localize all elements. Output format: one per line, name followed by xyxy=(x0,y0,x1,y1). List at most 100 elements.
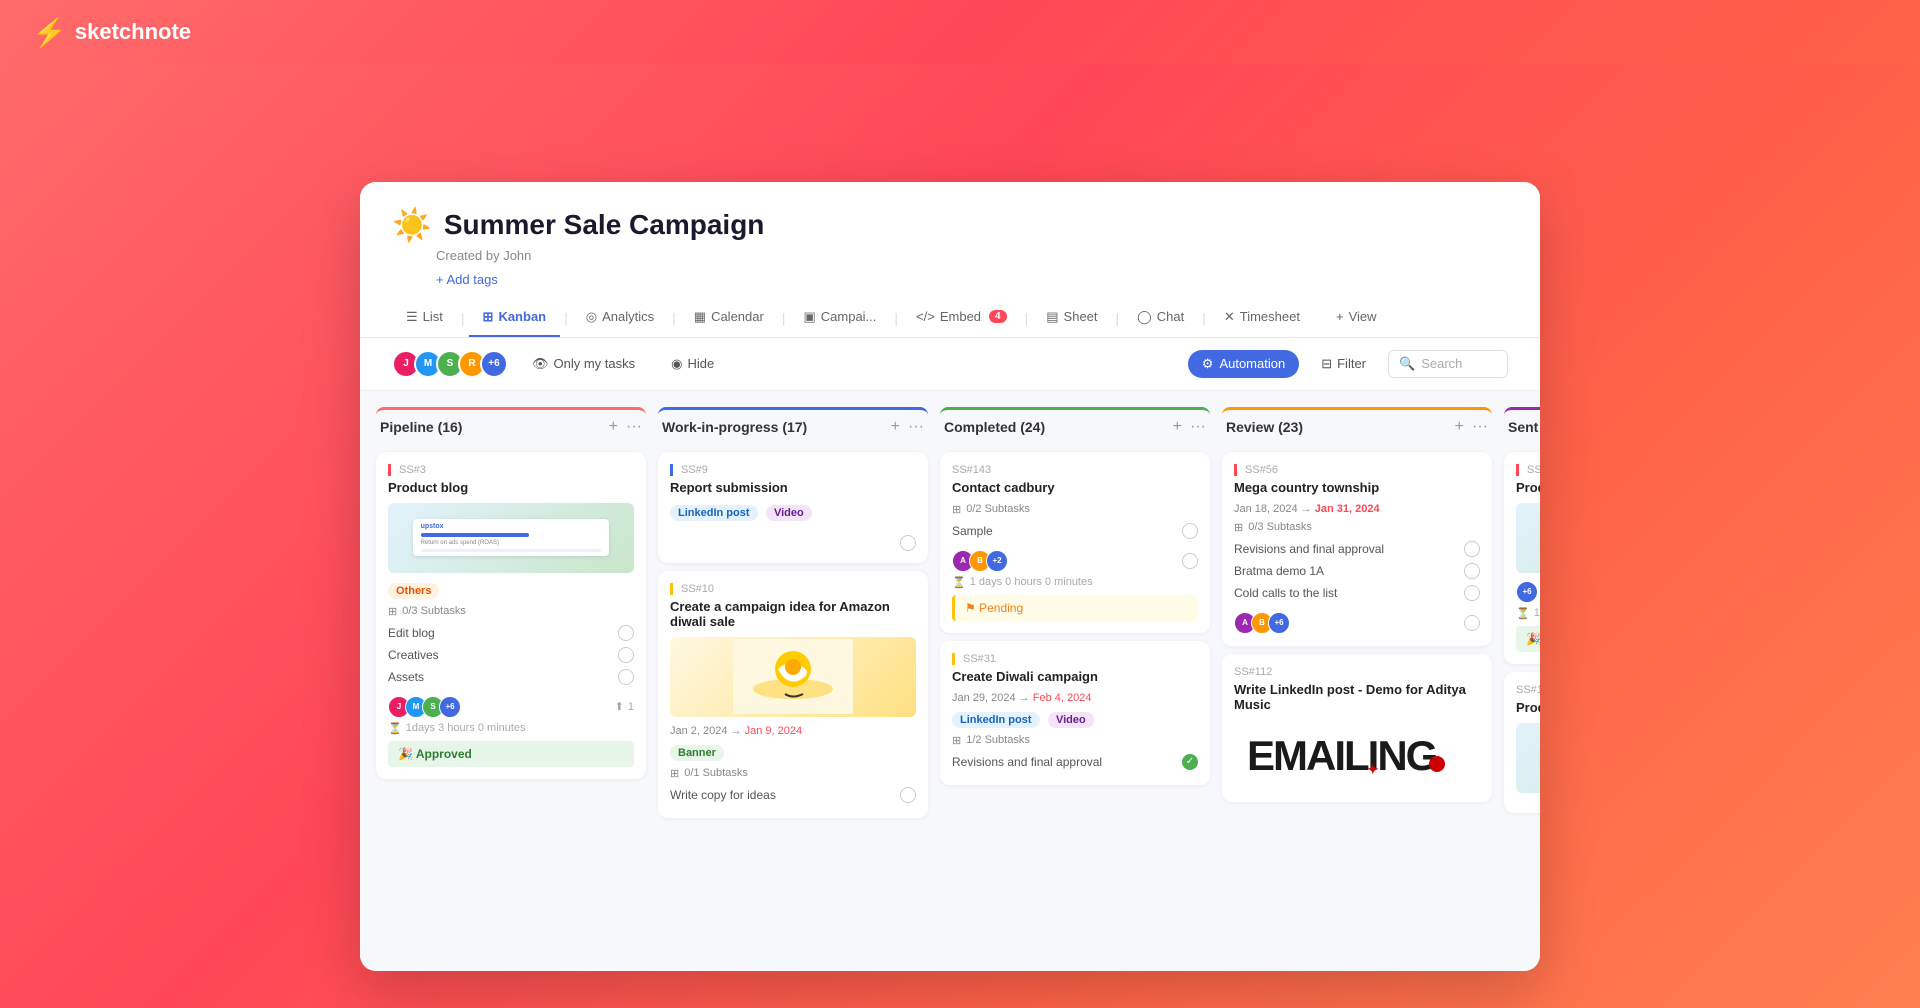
card-ss143[interactable]: SS#143 Contact cadbury ⊞0/2 Subtasks Sam… xyxy=(940,452,1210,633)
card-footer-ss3: J M S +6 ⬆1 xyxy=(388,696,634,718)
automation-label: Automation xyxy=(1219,356,1285,371)
completed-more-button[interactable]: ··· xyxy=(1190,418,1206,436)
project-emoji: ☀️ xyxy=(392,206,432,244)
checkbox-creatives[interactable] xyxy=(618,647,634,663)
logo-text: sketchnote xyxy=(75,19,191,45)
sep3: | xyxy=(668,310,680,326)
hide-button[interactable]: ◉ Hide xyxy=(659,350,726,378)
sheet-icon: ▤ xyxy=(1046,309,1058,325)
completed-add-button[interactable]: + xyxy=(1173,418,1182,436)
column-pipeline: Pipeline (16) + ··· SS#3 Product blog up… xyxy=(376,407,646,955)
view-plus-icon: + xyxy=(1336,309,1344,324)
column-review-title: Review (23) xyxy=(1226,419,1303,435)
card-avatars-ss56: A B +6 xyxy=(1234,612,1290,634)
sep2: | xyxy=(560,310,572,326)
column-pipeline-header: Pipeline (16) + ··· xyxy=(376,410,646,444)
checkbox-bratma[interactable] xyxy=(1464,563,1480,579)
task-revisions-ss31: Revisions and final approval ✓ xyxy=(952,751,1198,773)
tab-view-label: View xyxy=(1349,309,1377,324)
tab-view[interactable]: + View xyxy=(1322,299,1391,336)
avatar-p3: +2 xyxy=(986,550,1008,572)
subtasks-ss56: ⊞0/3 Subtasks xyxy=(1234,521,1480,534)
campaign-icon: ▣ xyxy=(803,309,815,325)
card-ss31[interactable]: SS#31 Create Diwali campaign Jan 29, 202… xyxy=(940,641,1210,785)
date-range-ss31: Jan 29, 2024 → Feb 4, 2024 xyxy=(952,692,1198,704)
card-ss3[interactable]: SS#3 Product blog upstox Return on ads s… xyxy=(376,452,646,779)
pipeline-more-button[interactable]: ··· xyxy=(626,418,642,436)
tag-linkedin-ss31: LinkedIn post xyxy=(952,712,1040,728)
only-my-tasks-button[interactable]: 👁 Only my tasks xyxy=(520,350,647,378)
tab-sheet[interactable]: ▤ Sheet xyxy=(1032,299,1111,337)
kanban-icon: ⊞ xyxy=(483,309,494,325)
checkbox-cold-calls[interactable] xyxy=(1464,585,1480,601)
tab-campaign-label: Campai... xyxy=(821,309,877,324)
automation-button[interactable]: ⚙ Automation xyxy=(1188,350,1299,378)
filter-button[interactable]: ⊟ Filter xyxy=(1311,350,1376,378)
amazon-illustration xyxy=(670,637,916,717)
tab-kanban[interactable]: ⊞ Kanban xyxy=(469,299,561,337)
column-wip: Work-in-progress (17) + ··· SS#9 Report … xyxy=(658,407,928,955)
tag-banner-ss10: Banner xyxy=(670,745,724,761)
tab-chat-label: Chat xyxy=(1157,309,1184,324)
add-tags-link[interactable]: + Add tags xyxy=(436,272,498,287)
card-ss188[interactable]: SS#188 Product blog upstox Return on ads… xyxy=(1504,452,1540,664)
date-range-ss10: Jan 2, 2024 → Jan 9, 2024 xyxy=(670,725,916,737)
card-ss56[interactable]: SS#56 Mega country township Jan 18, 2024… xyxy=(1222,452,1492,646)
review-add-button[interactable]: + xyxy=(1455,418,1464,436)
task-bratma: Bratma demo 1A xyxy=(1234,560,1480,582)
card-ss9[interactable]: SS#9 Report submission LinkedIn post Vid… xyxy=(658,452,928,563)
tab-timesheet-label: Timesheet xyxy=(1240,309,1300,324)
time-ss188: ⏳1days 3 ho... xyxy=(1516,607,1540,620)
task-cold-calls: Cold calls to the list xyxy=(1234,582,1480,604)
eye-icon: 👁 xyxy=(532,356,549,372)
column-review-header: Review (23) + ··· xyxy=(1222,410,1492,444)
checkbox-revisions-ss31[interactable]: ✓ xyxy=(1182,754,1198,770)
filter-icon: ⊟ xyxy=(1321,356,1332,372)
project-header: ☀️ Summer Sale Campaign Created by John … xyxy=(360,182,1540,299)
column-review: Review (23) + ··· SS#56 Mega country tow… xyxy=(1222,407,1492,955)
checkbox-sample[interactable] xyxy=(1182,523,1198,539)
checkbox-edit-blog[interactable] xyxy=(618,625,634,641)
tab-campaign[interactable]: ▣ Campai... xyxy=(789,299,890,337)
card-ss112[interactable]: SS#112 Write LinkedIn post - Demo for Ad… xyxy=(1222,654,1492,802)
checkbox-footer-ss56[interactable] xyxy=(1464,615,1480,631)
column-sent-header: Sent to clien... + ··· xyxy=(1504,410,1540,444)
card-ss10[interactable]: SS#10 Create a campaign idea for Amazon … xyxy=(658,571,928,818)
tab-timesheet[interactable]: ✕ Timesheet xyxy=(1210,299,1314,337)
task-assets: Assets xyxy=(388,666,634,688)
checkbox-ss143[interactable] xyxy=(1182,553,1198,569)
emailing-image-ss112: EMAILING ✦ xyxy=(1234,720,1480,790)
project-title-row: ☀️ Summer Sale Campaign xyxy=(392,206,1508,244)
sep7: | xyxy=(1112,310,1124,326)
wip-add-button[interactable]: + xyxy=(891,418,900,436)
tab-embed[interactable]: </> Embed 4 xyxy=(902,299,1021,336)
tab-list[interactable]: ☰ List xyxy=(392,299,457,337)
card-id-ss3: SS#3 xyxy=(388,464,634,476)
checkbox-ss9[interactable] xyxy=(900,535,916,551)
tag-linkedin-ss9: LinkedIn post xyxy=(670,505,758,521)
review-more-button[interactable]: ··· xyxy=(1472,418,1488,436)
checkbox-revisions-ss56[interactable] xyxy=(1464,541,1480,557)
wip-more-button[interactable]: ··· xyxy=(908,418,924,436)
search-placeholder: Search xyxy=(1421,356,1462,371)
card-id-ss9: SS#9 xyxy=(670,464,916,476)
avatar-count: +6 xyxy=(480,350,508,378)
column-sent: Sent to clien... + ··· SS#188 Product bl… xyxy=(1504,407,1540,955)
checkbox-write-copy[interactable] xyxy=(900,787,916,803)
chat-icon: ◯ xyxy=(1137,309,1152,325)
card-ss195[interactable]: SS#195 Product blog upstox xyxy=(1504,672,1540,813)
column-sent-title: Sent to clien... xyxy=(1508,419,1540,435)
tab-chat[interactable]: ◯ Chat xyxy=(1123,299,1198,337)
svg-text:✦: ✦ xyxy=(1367,761,1379,777)
time-ss3: ⏳1days 3 hours 0 minutes xyxy=(388,722,634,735)
tab-analytics[interactable]: ◎ Analytics xyxy=(572,299,668,337)
search-bar[interactable]: 🔍 Search xyxy=(1388,350,1508,378)
pipeline-add-button[interactable]: + xyxy=(609,418,618,436)
svg-text:EMAILING: EMAILING xyxy=(1247,732,1437,779)
column-completed: Completed (24) + ··· SS#143 Contact cadb… xyxy=(940,407,1210,955)
checkbox-assets[interactable] xyxy=(618,669,634,685)
nav-tabs: ☰ List | ⊞ Kanban | ◎ Analytics | ▦ Cale… xyxy=(360,299,1540,338)
tab-calendar[interactable]: ▦ Calendar xyxy=(680,299,778,337)
card-id-ss195: SS#195 xyxy=(1516,684,1540,696)
card-image-ss3: upstox Return on ads spend (ROAS) xyxy=(388,503,634,573)
